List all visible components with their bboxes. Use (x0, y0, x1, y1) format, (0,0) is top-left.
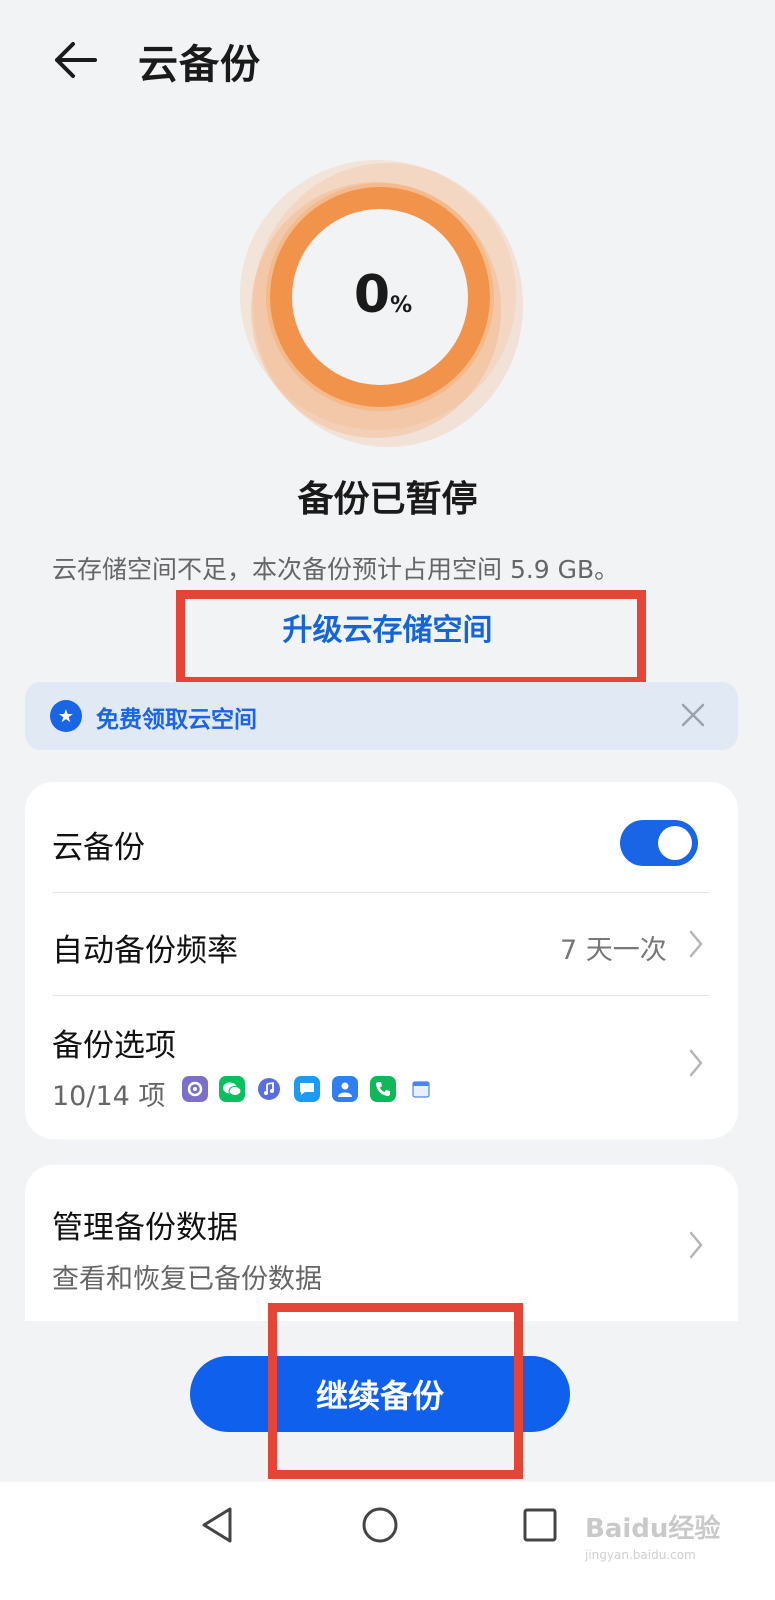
backup-options-count: 10/14 项 (52, 1081, 166, 1112)
progress-unit: % (390, 293, 413, 318)
chevron-right-icon[interactable] (686, 1228, 706, 1262)
progress-percent: 0% (228, 265, 538, 325)
backup-frequency-value[interactable]: 7 天一次 (560, 928, 667, 967)
arrow-left-icon (55, 42, 97, 78)
chevron-right-icon[interactable] (686, 927, 706, 961)
status-title: 备份已暂停 (297, 479, 478, 520)
manage-backup-label[interactable]: 管理备份数据 (52, 1202, 238, 1247)
close-icon (681, 703, 705, 727)
watermark-url: jingyan.baidu.com (585, 1548, 696, 1562)
progress-number: 0 (353, 265, 391, 325)
phone-icon (370, 1076, 396, 1102)
star-badge-icon: ★ (50, 700, 82, 732)
nav-recent-icon (523, 1508, 557, 1542)
page-title: 云备份 (138, 42, 261, 88)
back-button[interactable] (40, 30, 110, 90)
backup-frequency-label[interactable]: 自动备份频率 (52, 925, 238, 970)
messages-icon (294, 1076, 320, 1102)
close-button[interactable] (675, 697, 711, 733)
calendar-icon (408, 1076, 434, 1102)
divider (52, 995, 710, 996)
nav-home-button[interactable] (350, 1495, 410, 1555)
backup-options-label[interactable]: 备份选项 (52, 1020, 176, 1065)
music-icon (256, 1076, 282, 1102)
highlight-box-upgrade (176, 590, 646, 686)
settings-app-icon (182, 1076, 208, 1102)
nav-home-icon (362, 1507, 398, 1543)
contacts-icon (332, 1076, 358, 1102)
watermark: Baidu经验 (585, 1514, 721, 1544)
cloud-backup-label: 云备份 (52, 830, 145, 866)
toggle-knob (658, 826, 692, 860)
divider (52, 892, 710, 893)
nav-back-button[interactable] (188, 1495, 248, 1555)
promo-text[interactable]: 免费领取云空间 (96, 700, 257, 734)
nav-recent-button[interactable] (510, 1495, 570, 1555)
status-description: 云存储空间不足，本次备份预计占用空间 5.9 GB。 (52, 555, 620, 584)
highlight-box-continue (268, 1303, 523, 1479)
wechat-icon (219, 1076, 245, 1102)
chevron-right-icon[interactable] (686, 1046, 706, 1080)
manage-backup-sub: 查看和恢复已备份数据 (52, 1264, 322, 1295)
nav-back-icon (202, 1507, 232, 1543)
